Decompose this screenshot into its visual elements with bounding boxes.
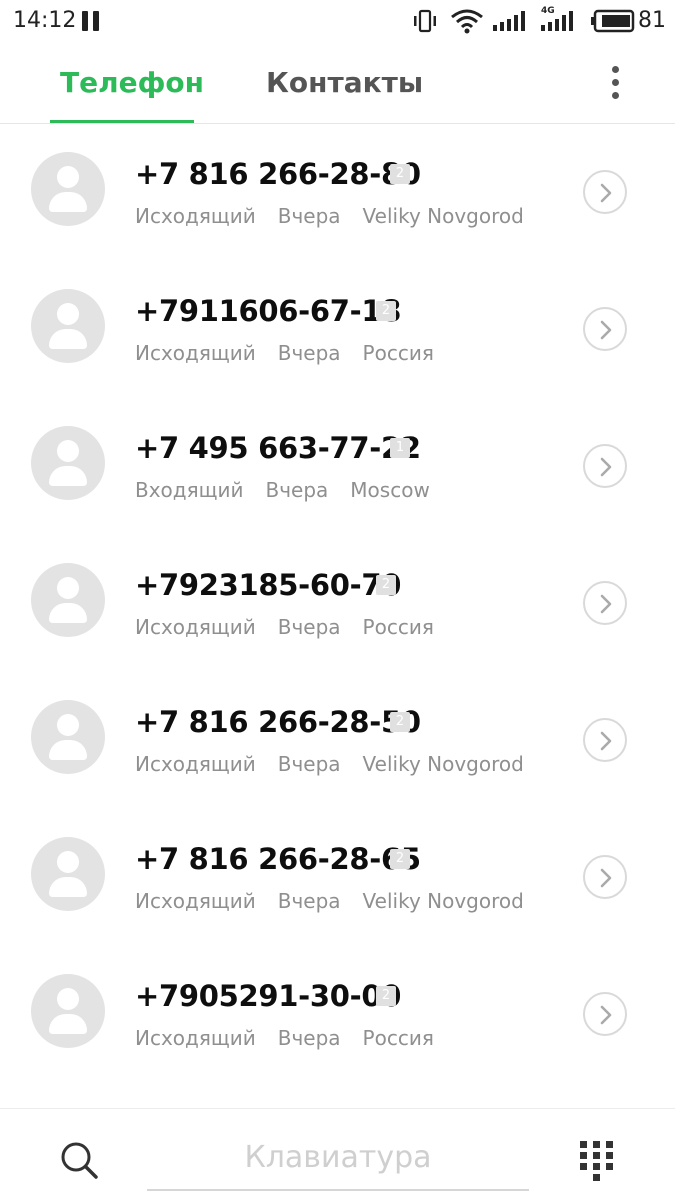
contact-avatar-icon <box>31 837 105 911</box>
chevron-right-icon <box>600 457 612 477</box>
call-location: Veliky Novgorod <box>362 889 524 913</box>
call-date: Вчера <box>277 204 341 228</box>
call-details-button[interactable] <box>583 307 627 351</box>
chevron-right-icon <box>600 183 612 203</box>
contact-avatar-icon <box>31 700 105 774</box>
more-options-icon[interactable] <box>608 64 622 102</box>
dialpad-icon[interactable] <box>580 1141 614 1181</box>
call-date: Вчера <box>277 341 341 365</box>
active-tab-indicator <box>50 120 194 123</box>
call-type: Исходящий <box>135 1026 256 1050</box>
call-type: Входящий <box>135 478 244 502</box>
network-type-label: 4G <box>541 6 555 16</box>
call-location: Moscow <box>350 478 430 502</box>
contact-avatar-icon <box>31 563 105 637</box>
call-location: Россия <box>362 341 434 365</box>
search-button[interactable] <box>58 1139 102 1183</box>
sim-badge: 2 <box>390 849 410 869</box>
call-number: +7911606-67-18 <box>135 294 402 328</box>
search-icon <box>61 1142 98 1179</box>
call-meta: Исходящий Вчера Veliky Novgorod <box>135 752 546 776</box>
chevron-right-icon <box>600 731 612 751</box>
call-log-item[interactable]: +7 816 266-28-80 2 Исходящий Вчера Veliky … <box>0 124 675 261</box>
sim-badge: 2 <box>376 301 396 321</box>
sim-badge: 1 <box>390 438 410 458</box>
call-log-item[interactable]: +7923185-60-70 2 Исходящий Вчера Россия <box>0 535 675 672</box>
call-date: Вчера <box>277 752 341 776</box>
call-details-button[interactable] <box>583 992 627 1036</box>
status-bar: 14:12 4G 81 <box>0 0 675 42</box>
contact-avatar-icon <box>31 289 105 363</box>
chevron-right-icon <box>600 594 612 614</box>
tab-bar: Телефон Контакты <box>0 42 675 124</box>
call-log-item[interactable]: +7 816 266-28-65 2 Исходящий Вчера Veliky … <box>0 809 675 946</box>
call-number: +7905291-30-00 <box>135 979 402 1013</box>
call-details-button[interactable] <box>583 718 627 762</box>
chevron-right-icon <box>600 868 612 888</box>
call-type: Исходящий <box>135 204 256 228</box>
call-location: Veliky Novgorod <box>362 204 524 228</box>
call-log-item[interactable]: +7905291-30-00 2 Исходящий Вчера Россия <box>0 946 675 1083</box>
keypad-input[interactable]: Клавиатура <box>147 1137 529 1191</box>
call-log-item[interactable]: +7 495 663-77-22 1 Входящий Вчера Moscow <box>0 398 675 535</box>
call-meta: Исходящий Вчера Veliky Novgorod <box>135 889 546 913</box>
tab-contacts[interactable]: Контакты <box>266 66 423 99</box>
tab-phone[interactable]: Телефон <box>60 66 204 99</box>
call-log-item[interactable]: +7911606-67-18 2 Исходящий Вчера Россия <box>0 261 675 398</box>
contact-avatar-icon <box>31 426 105 500</box>
bottom-bar: Клавиатура <box>0 1108 675 1200</box>
call-location: Россия <box>362 615 434 639</box>
contact-avatar-icon <box>31 974 105 1048</box>
call-details-button[interactable] <box>583 444 627 488</box>
call-number: +7923185-60-70 <box>135 568 402 602</box>
status-time: 14:12 <box>13 8 77 33</box>
call-type: Исходящий <box>135 752 256 776</box>
call-meta: Входящий Вчера Moscow <box>135 478 452 502</box>
call-log-item[interactable]: +7 816 266-28-50 2 Исходящий Вчера Veliky … <box>0 672 675 809</box>
call-type: Исходящий <box>135 889 256 913</box>
call-type: Исходящий <box>135 615 256 639</box>
sim-badge: 2 <box>376 575 396 595</box>
sim-badge: 2 <box>390 712 410 732</box>
call-date: Вчера <box>277 889 341 913</box>
call-date: Вчера <box>265 478 329 502</box>
call-location: Россия <box>362 1026 434 1050</box>
call-number: +7 816 266-28-50 <box>135 705 421 739</box>
vibrate-icon <box>414 9 436 33</box>
call-details-button[interactable] <box>583 170 627 214</box>
call-date: Вчера <box>277 1026 341 1050</box>
pause-icon <box>82 11 100 31</box>
call-meta: Исходящий Вчера Россия <box>135 615 456 639</box>
call-details-button[interactable] <box>583 581 627 625</box>
contact-avatar-icon <box>31 152 105 226</box>
sim-badge: 2 <box>376 986 396 1006</box>
call-number: +7 816 266-28-65 <box>135 842 421 876</box>
call-location: Veliky Novgorod <box>362 752 524 776</box>
call-details-button[interactable] <box>583 855 627 899</box>
sim-badge: 2 <box>390 164 410 184</box>
chevron-right-icon <box>600 320 612 340</box>
chevron-right-icon <box>600 1005 612 1025</box>
call-number: +7 816 266-28-80 <box>135 157 421 191</box>
battery-icon <box>591 9 635 33</box>
call-type: Исходящий <box>135 341 256 365</box>
signal-sim1-icon <box>493 11 525 31</box>
call-meta: Исходящий Вчера Россия <box>135 1026 456 1050</box>
call-number: +7 495 663-77-22 <box>135 431 421 465</box>
call-date: Вчера <box>277 615 341 639</box>
battery-level: 81 <box>638 8 666 33</box>
call-meta: Исходящий Вчера Veliky Novgorod <box>135 204 546 228</box>
wifi-icon <box>451 9 483 34</box>
call-meta: Исходящий Вчера Россия <box>135 341 456 365</box>
